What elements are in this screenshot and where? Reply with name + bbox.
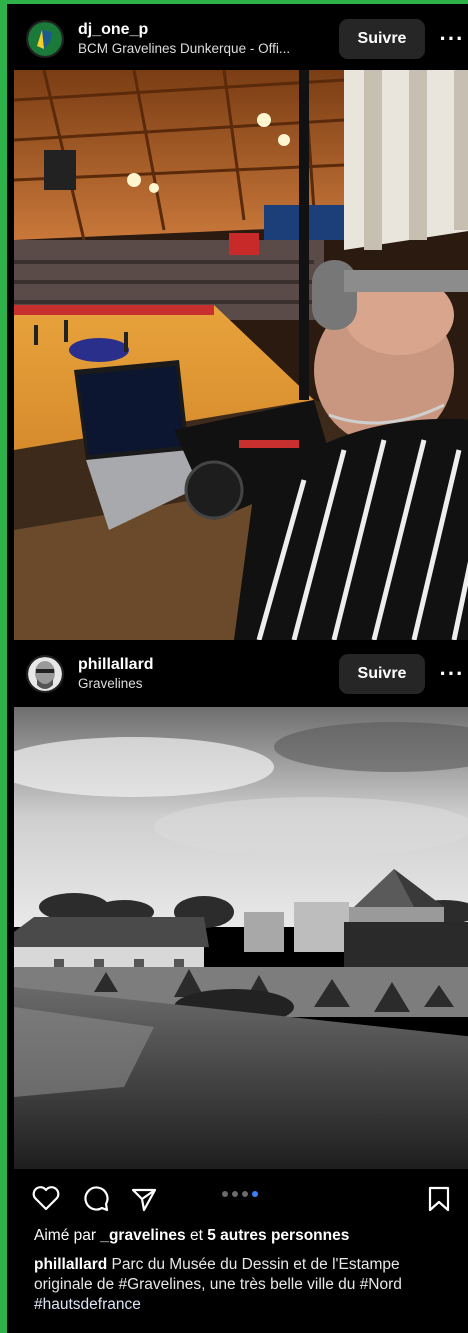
more-horizontal-icon[interactable]: ···: [439, 663, 465, 685]
heart-icon[interactable]: [32, 1185, 60, 1211]
likes-count[interactable]: 5 autres personnes: [207, 1227, 349, 1244]
location[interactable]: BCM Gravelines Dunkerque - Offi...: [78, 40, 328, 58]
carousel-dot: [232, 1191, 238, 1197]
caption: phillallard Parc du Musée du Dessin et d…: [34, 1255, 454, 1315]
caption-username[interactable]: phillallard: [34, 1256, 107, 1273]
likes-prefix: Aimé par: [34, 1227, 101, 1244]
share-icon[interactable]: [130, 1185, 158, 1213]
more-horizontal-icon[interactable]: ···: [439, 28, 465, 50]
post-header: dj_one_p BCM Gravelines Dunkerque - Offi…: [14, 8, 468, 70]
feed-frame: dj_one_p BCM Gravelines Dunkerque - Offi…: [0, 0, 468, 1333]
avatar[interactable]: [26, 655, 64, 693]
post-photo[interactable]: [14, 707, 468, 1169]
likes-mid: et: [185, 1227, 208, 1244]
post-actions: [14, 1179, 468, 1219]
post-header: phillallard Gravelines Suivre ···: [14, 643, 468, 705]
location[interactable]: Gravelines: [78, 675, 328, 693]
carousel-dot: [222, 1191, 228, 1197]
carousel-indicator: [222, 1191, 258, 1197]
follow-button[interactable]: Suivre: [339, 19, 425, 59]
post-photo[interactable]: [14, 70, 468, 640]
carousel-dot: [242, 1191, 248, 1197]
hashtag-link[interactable]: #hautsdefrance: [34, 1295, 454, 1315]
carousel-dot: [252, 1191, 258, 1197]
follow-button[interactable]: Suivre: [339, 654, 425, 694]
liked-by-user[interactable]: _gravelines: [100, 1227, 185, 1244]
bookmark-icon[interactable]: [427, 1185, 451, 1213]
likes-line: Aimé par _gravelines et 5 autres personn…: [34, 1226, 454, 1246]
username[interactable]: phillallard: [78, 655, 339, 675]
comment-icon[interactable]: [82, 1185, 110, 1213]
username[interactable]: dj_one_p: [78, 20, 339, 40]
avatar[interactable]: [26, 20, 64, 58]
